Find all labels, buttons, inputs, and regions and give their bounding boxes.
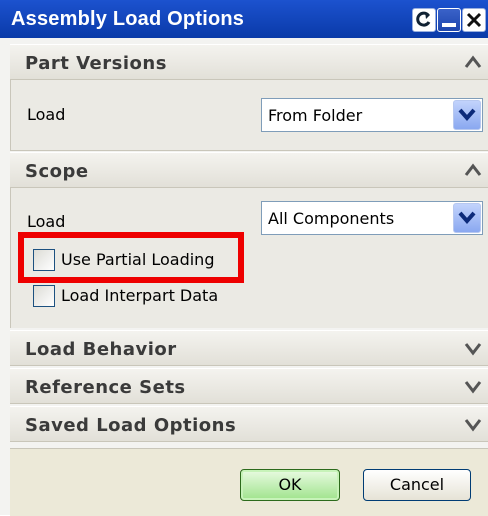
assembly-load-options-dialog: Assembly Load Options Part Versions Load…	[0, 0, 488, 516]
divider	[10, 150, 488, 151]
cancel-button[interactable]: Cancel	[363, 469, 471, 501]
section-header-reference-sets[interactable]: Reference Sets	[10, 368, 488, 404]
dialog-footer: OK Cancel	[10, 448, 488, 516]
load-label: Load	[27, 105, 66, 124]
select-value: All Components	[268, 209, 395, 228]
chevron-down-icon[interactable]	[462, 375, 484, 397]
select-value: From Folder	[268, 106, 363, 125]
section-body-part-versions: Load From Folder	[10, 80, 488, 150]
chevron-down-icon[interactable]	[453, 203, 481, 233]
title-bar[interactable]: Assembly Load Options	[0, 0, 488, 38]
window-title: Assembly Load Options	[11, 8, 245, 30]
scope-load-select[interactable]: All Components	[261, 201, 483, 235]
minimize-icon[interactable]	[437, 8, 461, 32]
section-title: Part Versions	[25, 53, 167, 74]
highlight-box	[18, 232, 244, 283]
load-interpart-data-checkbox[interactable]	[33, 285, 55, 307]
section-header-load-behavior[interactable]: Load Behavior	[10, 330, 488, 366]
chevron-down-icon[interactable]	[453, 100, 481, 130]
ok-button[interactable]: OK	[240, 469, 340, 501]
section-header-scope[interactable]: Scope	[10, 152, 488, 188]
section-header-part-versions[interactable]: Part Versions	[10, 44, 488, 80]
chevron-up-icon[interactable]	[462, 159, 484, 181]
chevron-down-icon[interactable]	[462, 337, 484, 359]
refresh-icon[interactable]	[412, 8, 436, 32]
load-label: Load	[27, 212, 66, 231]
chevron-up-icon[interactable]	[462, 51, 484, 73]
section-title: Load Behavior	[25, 339, 177, 360]
chevron-down-icon[interactable]	[462, 413, 484, 435]
section-title: Scope	[25, 161, 89, 182]
section-title: Reference Sets	[25, 377, 186, 398]
load-interpart-data-label[interactable]: Load Interpart Data	[61, 286, 218, 305]
section-header-saved-load-options[interactable]: Saved Load Options	[10, 406, 488, 442]
section-title: Saved Load Options	[25, 415, 237, 436]
part-versions-load-select[interactable]: From Folder	[261, 98, 483, 132]
close-icon[interactable]	[462, 8, 486, 32]
